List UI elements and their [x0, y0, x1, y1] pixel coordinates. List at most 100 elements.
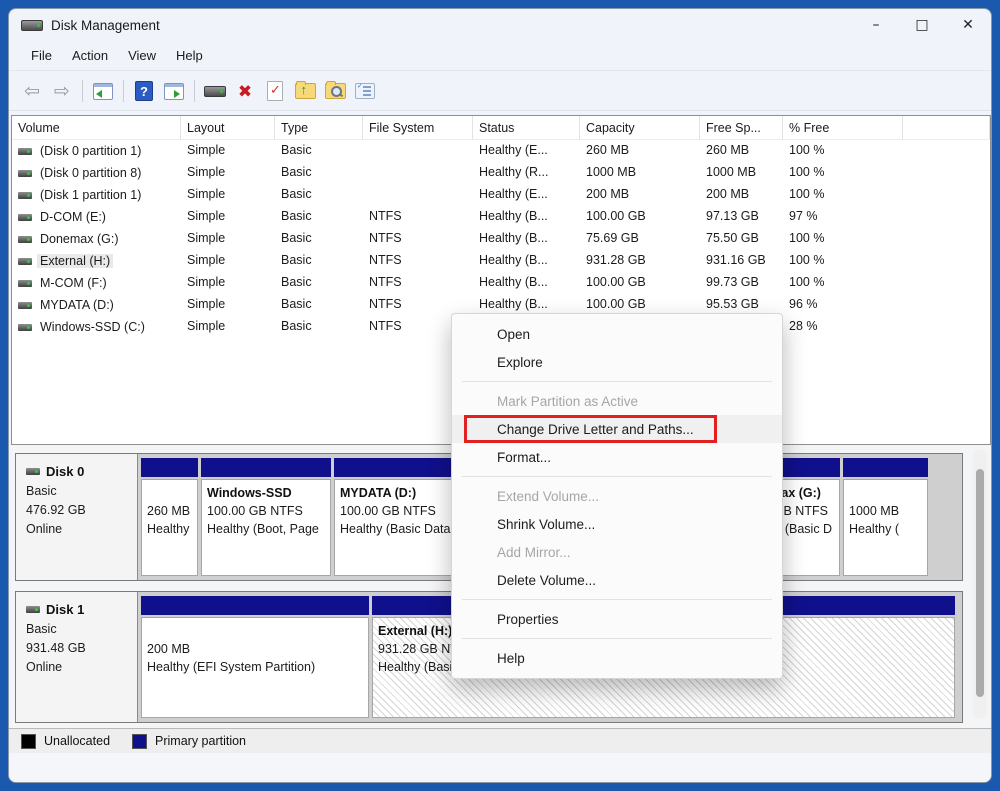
partition-body[interactable]: MYDATA (D:)100.00 GB NTFSHealthy (Basic … [334, 479, 464, 576]
cell-type: Basic [275, 316, 363, 338]
cell-pct: 97 % [783, 206, 903, 228]
table-row[interactable]: External (H:)SimpleBasicNTFSHealthy (B..… [12, 250, 990, 272]
column-header-free-sp[interactable]: Free Sp... [700, 116, 783, 140]
menu-item-extend-volume: Extend Volume... [452, 482, 782, 510]
table-row[interactable]: (Disk 1 partition 1)SimpleBasicHealthy (… [12, 184, 990, 206]
cell-blank [903, 316, 990, 338]
volume-label: MYDATA (D:) [37, 298, 117, 312]
cell-blank [903, 140, 990, 162]
column-header-type[interactable]: Type [275, 116, 363, 140]
cell-free: 931.16 GB [700, 250, 783, 272]
menu-item-explore[interactable]: Explore [452, 348, 782, 376]
table-row[interactable]: Donemax (G:)SimpleBasicNTFSHealthy (B...… [12, 228, 990, 250]
column-header-layout[interactable]: Layout [181, 116, 275, 140]
menu-item-file[interactable]: File [21, 44, 62, 67]
partition[interactable]: 260 MBHealthy [141, 458, 198, 576]
scrollbar-thumb[interactable] [976, 469, 984, 697]
view-options-icon[interactable] [351, 78, 379, 104]
legend-bar: UnallocatedPrimary partition [9, 728, 991, 753]
menu-item-properties[interactable]: Properties [452, 605, 782, 633]
table-row[interactable]: D-COM (E:)SimpleBasicNTFSHealthy (B...10… [12, 206, 990, 228]
menu-item-shrink-volume[interactable]: Shrink Volume... [452, 510, 782, 538]
disk-info-line: Online [26, 522, 137, 536]
volume-label: (Disk 1 partition 1) [37, 188, 144, 202]
maximize-button[interactable]: □ [899, 9, 945, 41]
column-header-volume[interactable]: Volume [12, 116, 181, 140]
table-row[interactable]: M-COM (F:)SimpleBasicNTFSHealthy (B...10… [12, 272, 990, 294]
column-header-blank[interactable] [903, 116, 990, 140]
partition-windows-ssd[interactable]: Windows-SSD100.00 GB NTFSHealthy (Boot, … [201, 458, 331, 576]
partition-body[interactable]: 1000 MBHealthy ( [843, 479, 928, 576]
cell-type: Basic [275, 294, 363, 316]
toolbar: ⇦⇨? ✖✓↑ [9, 72, 991, 111]
volume-cell: M-COM (F:) [12, 272, 181, 294]
cell-pct: 96 % [783, 294, 903, 316]
legend-swatch-primary-partition [132, 734, 147, 749]
disk-device-icon[interactable] [201, 78, 229, 104]
vertical-scrollbar[interactable] [973, 449, 987, 719]
table-row[interactable]: (Disk 0 partition 1)SimpleBasicHealthy (… [12, 140, 990, 162]
partition-mydata-d[interactable]: MYDATA (D:)100.00 GB NTFSHealthy (Basic … [334, 458, 464, 576]
cell-fs [363, 184, 473, 206]
show-action-pane-icon[interactable] [160, 78, 188, 104]
disk-volume-icon [18, 214, 32, 221]
minimize-button[interactable]: – [853, 9, 899, 41]
cell-free: 200 MB [700, 184, 783, 206]
forward-icon[interactable]: ⇨ [48, 78, 76, 104]
explore-folder-icon[interactable] [321, 78, 349, 104]
menu-item-delete-volume[interactable]: Delete Volume... [452, 566, 782, 594]
partition-body[interactable]: 200 MBHealthy (EFI System Partition) [141, 617, 369, 718]
menu-item-open[interactable]: Open [452, 320, 782, 348]
volume-cell: (Disk 0 partition 1) [12, 140, 181, 162]
column-header-free[interactable]: % Free [783, 116, 903, 140]
partition[interactable]: 1000 MBHealthy ( [843, 458, 928, 576]
close-button[interactable]: ✕ [945, 9, 991, 41]
window-title: Disk Management [51, 18, 160, 33]
disk-volume-icon [18, 302, 32, 309]
cell-pct: 100 % [783, 250, 903, 272]
cell-capacity: 931.28 GB [580, 250, 700, 272]
cell-layout: Simple [181, 206, 275, 228]
column-header-status[interactable]: Status [473, 116, 580, 140]
table-row[interactable]: (Disk 0 partition 8)SimpleBasicHealthy (… [12, 162, 990, 184]
partition-size: 100.00 GB NTFS [340, 504, 463, 522]
menu-item-format[interactable]: Format... [452, 443, 782, 471]
partition-status: Healthy (Boot, Page [207, 522, 330, 540]
partition[interactable]: 200 MBHealthy (EFI System Partition) [141, 596, 369, 718]
partition-body[interactable]: Windows-SSD100.00 GB NTFSHealthy (Boot, … [201, 479, 331, 576]
column-header-file-system[interactable]: File System [363, 116, 473, 140]
partition-type-bar [141, 458, 198, 477]
menu-item-view[interactable]: View [118, 44, 166, 67]
legend-label-primary-partition: Primary partition [155, 734, 246, 748]
help-icon[interactable]: ? [130, 78, 158, 104]
partition-title: Windows-SSD [207, 486, 330, 504]
volume-table-body: (Disk 0 partition 1) Simple Basic Healthy (… [12, 140, 990, 338]
show-console-tree-icon[interactable] [89, 78, 117, 104]
cell-fs: NTFS [363, 250, 473, 272]
legend-swatch-unallocated [21, 734, 36, 749]
set-active-icon[interactable]: ✓ [261, 78, 289, 104]
cell-capacity: 1000 MB [580, 162, 700, 184]
toolbar-separator [123, 80, 124, 102]
delete-volume-icon[interactable]: ✖ [231, 78, 259, 104]
disk-panel-disk-0[interactable]: Disk 0Basic476.92 GBOnline [16, 454, 138, 580]
menu-item-action[interactable]: Action [62, 44, 118, 67]
back-icon[interactable]: ⇦ [18, 78, 46, 104]
status-bar [9, 753, 991, 783]
disk-panel-disk-1[interactable]: Disk 1Basic931.48 GBOnline [16, 592, 138, 722]
toolbar-separator [82, 80, 83, 102]
menu-item-help[interactable]: Help [166, 44, 213, 67]
column-header-capacity[interactable]: Capacity [580, 116, 700, 140]
cell-pct: 100 % [783, 162, 903, 184]
open-folder-icon[interactable]: ↑ [291, 78, 319, 104]
partition-body[interactable]: 260 MBHealthy [141, 479, 198, 576]
cell-status: Healthy (E... [473, 184, 580, 206]
disk-info-line: Basic [26, 622, 137, 636]
cell-free: 1000 MB [700, 162, 783, 184]
volume-label: Donemax (G:) [37, 232, 122, 246]
cell-pct: 100 % [783, 272, 903, 294]
context-menu-separator [462, 599, 772, 600]
cell-fs: NTFS [363, 206, 473, 228]
menu-item-change-drive-letter-and-paths[interactable]: Change Drive Letter and Paths... [452, 415, 782, 443]
menu-item-help[interactable]: Help [452, 644, 782, 672]
